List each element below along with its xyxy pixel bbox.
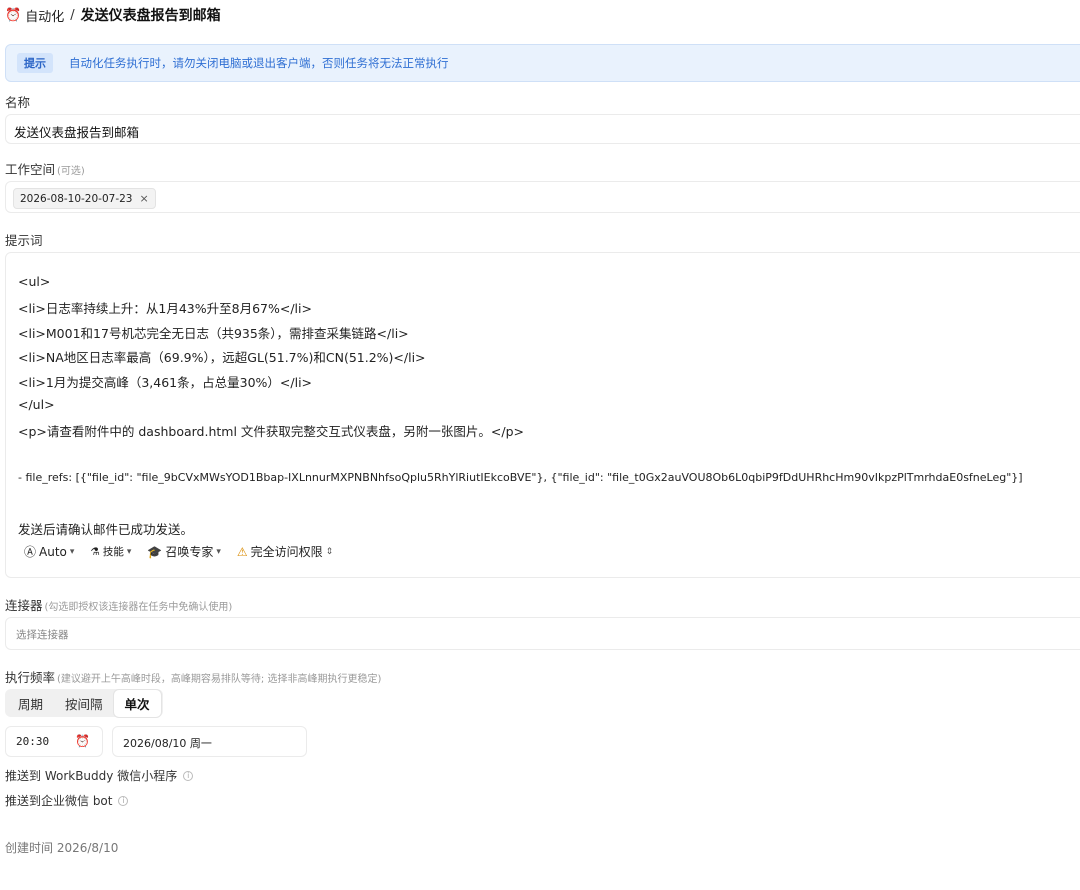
- prompt-line: <li>M001和17号机芯完全无日志（共935条），需排查采集链路</li>: [18, 326, 409, 341]
- chevron-updown-icon: ⇕: [325, 546, 334, 557]
- workspace-chip-label: 2026-08-10-20-07-23: [20, 192, 133, 205]
- prompt-line: <li>NA地区日志率最高（69.9%），远超GL(51.7%)和CN(51.2…: [18, 350, 426, 365]
- time-input[interactable]: 20:30 ⏰: [5, 726, 103, 757]
- prompt-line: 发送后请确认邮件已成功发送。: [18, 522, 194, 537]
- workspace-label: 工作空间 (可选): [5, 162, 85, 177]
- breadcrumb-parent[interactable]: 自动化: [25, 6, 64, 25]
- model-label: Auto: [39, 544, 67, 559]
- skills-icon: ⚗: [90, 545, 100, 558]
- name-label: 名称: [5, 95, 31, 110]
- frequency-option-once[interactable]: 单次: [113, 689, 161, 717]
- info-banner: 提示 自动化任务执行时，请勿关闭电脑或退出客户端，否则任务将无法正常执行: [5, 44, 1080, 82]
- auto-icon: Ⓐ: [24, 545, 37, 559]
- prompt-line: <li>日志率持续上升：从1月43%升至8月67%</li>: [18, 301, 312, 316]
- banner-message: 自动化任务执行时，请勿关闭电脑或退出客户端，否则任务将无法正常执行: [69, 56, 449, 70]
- connector-hint: (勾选即授权该连接器在任务中免确认使用): [44, 602, 233, 613]
- warning-icon: ⚠: [236, 544, 248, 559]
- prompt-toolbar: Ⓐ Auto ▾ ⚗ 技能 ▾ 🎓 召唤专家 ▾ ⚠ 完全访问权限 ⇕: [24, 543, 349, 560]
- expert-label: 召唤专家: [165, 545, 214, 559]
- page-title: 发送仪表盘报告到邮箱: [80, 8, 221, 24]
- prompt-line: - file_refs: [{"file_id": "file_9bCVxMWs…: [18, 471, 1023, 484]
- access-selector[interactable]: ⚠ 完全访问权限 ⇕: [237, 543, 333, 560]
- breadcrumb: ⏰ 自动化 / 发送仪表盘报告到邮箱: [5, 5, 221, 25]
- breadcrumb-separator: /: [70, 7, 75, 23]
- name-input[interactable]: 发送仪表盘报告到邮箱: [5, 114, 1080, 144]
- frequency-option-interval[interactable]: 按间隔: [54, 690, 114, 717]
- workspace-field[interactable]: 2026-08-10-20-07-23 ×: [5, 181, 1080, 213]
- push-workbuddy-label: 推送到 WorkBuddy 微信小程序: [5, 769, 178, 783]
- chevron-down-icon: ▾: [126, 546, 132, 557]
- prompt-editor[interactable]: <ul> <li>日志率持续上升：从1月43%升至8月67%</li> <li>…: [5, 252, 1080, 578]
- frequency-hint: (建议避开上午高峰时段，高峰期容易排队等待; 选择非高峰期执行更稳定): [57, 674, 382, 685]
- access-label: 完全访问权限: [250, 545, 323, 559]
- time-value: 20:30: [16, 735, 50, 748]
- expert-selector[interactable]: 🎓 召唤专家 ▾: [147, 543, 221, 560]
- close-icon[interactable]: ×: [139, 192, 148, 205]
- frequency-label: 执行频率 (建议避开上午高峰时段，高峰期容易排队等待; 选择非高峰期执行更稳定): [5, 670, 382, 685]
- created-time: 创建时间 2026/8/10: [5, 841, 119, 855]
- alarm-clock-icon: ⏰: [5, 7, 22, 23]
- graduation-cap-icon: 🎓: [147, 544, 163, 559]
- info-icon: i: [118, 795, 129, 806]
- chevron-down-icon: ▾: [216, 546, 221, 557]
- skills-label: 技能: [102, 546, 124, 558]
- date-input[interactable]: 2026/08/10 周一: [112, 726, 307, 757]
- banner-tag: 提示: [17, 53, 53, 73]
- push-wecom-option[interactable]: 推送到企业微信 bot i: [5, 792, 129, 809]
- connector-label: 连接器 (勾选即授权该连接器在任务中免确认使用): [5, 598, 233, 613]
- prompt-line: <li>1月为提交高峰（3,461条，占总量30%）</li>: [18, 375, 313, 390]
- prompt-line: <p>请查看附件中的 dashboard.html 文件获取完整交互式仪表盘，另…: [18, 424, 524, 439]
- prompt-line: <ul>: [18, 274, 51, 289]
- info-icon: i: [183, 770, 194, 781]
- alarm-clock-icon: ⏰: [75, 734, 90, 748]
- workspace-chip: 2026-08-10-20-07-23 ×: [13, 188, 156, 209]
- model-selector[interactable]: Ⓐ Auto ▾: [24, 543, 74, 560]
- frequency-option-periodic[interactable]: 周期: [7, 690, 54, 717]
- skills-selector[interactable]: ⚗ 技能 ▾: [90, 544, 131, 559]
- workspace-hint: (可选): [57, 166, 85, 177]
- chevron-down-icon: ▾: [69, 546, 75, 557]
- prompt-line: </ul>: [18, 397, 55, 412]
- connector-select[interactable]: 选择连接器: [5, 617, 1080, 650]
- push-workbuddy-option[interactable]: 推送到 WorkBuddy 微信小程序 i: [5, 767, 194, 784]
- push-wecom-label: 推送到企业微信 bot: [5, 794, 113, 808]
- prompt-label: 提示词: [5, 233, 43, 248]
- frequency-segmented: 周期 按间隔 单次: [5, 689, 163, 717]
